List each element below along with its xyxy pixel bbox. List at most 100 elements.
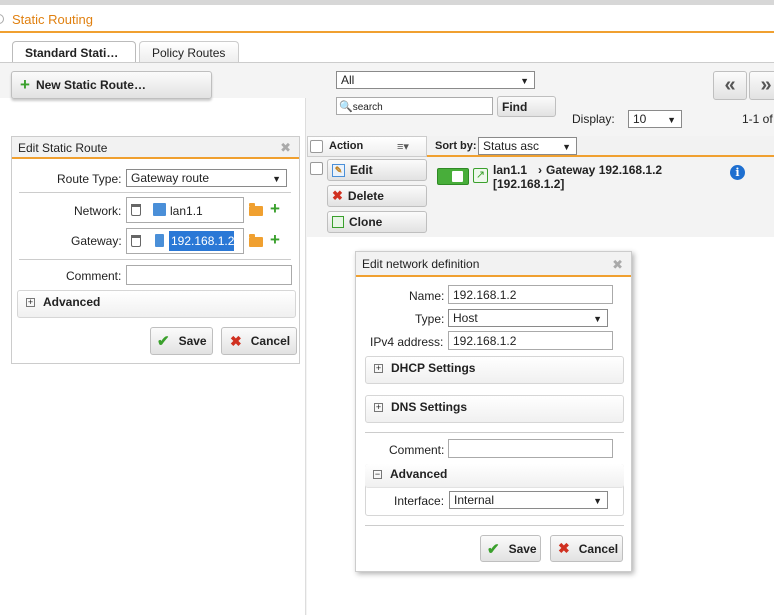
dialog-title: Edit network definition	[362, 257, 480, 271]
interface-label: Interface:	[394, 494, 445, 508]
status-toggle[interactable]	[437, 168, 469, 185]
delete-icon: ✖	[332, 188, 343, 203]
display-count-value: 10	[633, 112, 647, 126]
edit-icon: ✎	[332, 163, 345, 177]
dropdown-arrow-icon: ▼	[562, 142, 571, 152]
delete-button[interactable]: ✖ Delete	[327, 185, 427, 207]
folder-icon[interactable]	[249, 234, 263, 247]
filter-value: All	[341, 73, 355, 87]
find-button[interactable]: Find	[497, 96, 556, 117]
edit-label: Edit	[350, 163, 373, 177]
title-bar: Static Routing	[0, 5, 774, 33]
cancel-button[interactable]: ✖ Cancel	[221, 327, 297, 355]
folder-icon[interactable]	[249, 203, 263, 216]
type-value: Host	[453, 311, 478, 325]
expand-icon: +	[374, 402, 383, 413]
cancel-icon: ✖	[558, 540, 570, 556]
divider	[19, 259, 291, 260]
check-icon: ✔	[487, 540, 500, 558]
new-route-label: New Static Route…	[35, 78, 146, 92]
interface-value: Internal	[454, 493, 495, 507]
host-icon	[155, 234, 164, 247]
route-type-select[interactable]: Gateway route ▼	[126, 169, 287, 187]
network-value: lan1.1	[170, 204, 203, 218]
page-info: 1-1 of	[742, 112, 773, 126]
display-label: Display:	[572, 112, 615, 126]
next-icon: »	[760, 74, 772, 96]
tab-bar: Standard Stati… Policy Routes	[0, 33, 774, 65]
gateway-label: Gateway:	[71, 234, 122, 248]
close-icon[interactable]: ✖	[612, 257, 623, 273]
dropdown-arrow-icon: ▼	[593, 496, 602, 506]
type-select[interactable]: Host ▼	[448, 309, 608, 327]
delete-label: Delete	[347, 189, 384, 203]
expand-icon: +	[374, 363, 383, 374]
close-icon[interactable]: ✖	[280, 140, 291, 156]
interface-select[interactable]: Internal ▼	[449, 491, 608, 509]
save-label: Save	[178, 334, 207, 348]
network-label: Network:	[74, 204, 122, 218]
column-menu-icon[interactable]: ≡▾	[397, 140, 419, 153]
ipv4-input[interactable]: 192.168.1.2	[448, 331, 613, 350]
advanced-section-header[interactable]: − Advanced	[365, 464, 624, 488]
cancel-icon: ✖	[230, 332, 242, 349]
display-count-select[interactable]: 10 ▼	[628, 110, 682, 128]
window-control-icon[interactable]	[0, 14, 4, 24]
trash-icon[interactable]	[131, 235, 141, 247]
filter-select[interactable]: All ▼	[336, 71, 535, 89]
info-icon[interactable]: i	[730, 165, 745, 180]
dialog-cancel-button[interactable]: ✖ Cancel	[550, 535, 623, 562]
next-page-button[interactable]: »	[749, 71, 774, 100]
collapse-icon: −	[373, 469, 382, 480]
new-static-route-button[interactable]: + New Static Route…	[11, 71, 212, 99]
trash-icon[interactable]	[131, 204, 141, 216]
route-arrow: ›	[538, 163, 542, 177]
divider	[365, 525, 624, 526]
advanced-section[interactable]: + Advanced	[17, 290, 296, 318]
search-input[interactable]: 🔍search	[336, 97, 493, 115]
dropdown-arrow-icon: ▼	[667, 115, 676, 125]
search-icon: 🔍	[339, 101, 353, 113]
dialog-comment-label: Comment:	[389, 443, 445, 457]
comment-input[interactable]	[126, 265, 292, 285]
name-label: Name:	[409, 289, 445, 303]
ipv4-label: IPv4 address:	[370, 335, 444, 349]
add-network-icon[interactable]: +	[270, 199, 280, 219]
dialog-save-button[interactable]: ✔ Save	[480, 535, 541, 562]
divider	[365, 432, 624, 433]
previous-page-button[interactable]: «	[713, 71, 747, 100]
select-all-checkbox[interactable]	[310, 140, 323, 153]
check-icon: ✔	[157, 333, 170, 350]
row-checkbox[interactable]	[310, 162, 323, 175]
sortby-label: Sort by:	[435, 140, 477, 152]
toggle-knob	[452, 171, 463, 182]
add-gateway-icon[interactable]: +	[270, 230, 280, 250]
dropdown-arrow-icon: ▼	[593, 314, 602, 324]
tab-label: Policy Routes	[152, 46, 226, 60]
divider	[19, 192, 291, 193]
dns-settings-section[interactable]: + DNS Settings	[365, 395, 624, 423]
advanced-label: Advanced	[390, 467, 448, 481]
type-label: Type:	[415, 312, 445, 326]
tab-policy-routes[interactable]: Policy Routes	[139, 41, 239, 64]
cancel-label: Cancel	[250, 334, 291, 348]
search-placeholder: search	[352, 102, 383, 113]
dropdown-arrow-icon: ▼	[272, 174, 281, 184]
comment-label: Comment:	[66, 269, 122, 283]
previous-icon: «	[724, 74, 736, 96]
edit-button[interactable]: ✎ Edit	[327, 159, 427, 181]
sortby-value: Status asc	[483, 139, 540, 153]
route-gateway-ip: [192.168.1.2]	[493, 177, 565, 191]
clone-button[interactable]: Clone	[327, 211, 427, 233]
dialog-header: Edit network definition ✖	[356, 252, 631, 277]
save-button[interactable]: ✔ Save	[150, 327, 213, 355]
sortby-select[interactable]: Status asc ▼	[478, 137, 577, 155]
dns-label: DNS Settings	[391, 400, 468, 414]
dropdown-arrow-icon: ▼	[520, 76, 529, 86]
tab-label: Standard Stati…	[25, 46, 119, 60]
dhcp-settings-section[interactable]: + DHCP Settings	[365, 356, 624, 384]
route-gateway: Gateway 192.168.1.2	[546, 163, 663, 177]
name-input[interactable]: 192.168.1.2	[448, 285, 613, 304]
advanced-label: Advanced	[43, 295, 101, 309]
dialog-comment-input[interactable]	[448, 439, 613, 458]
